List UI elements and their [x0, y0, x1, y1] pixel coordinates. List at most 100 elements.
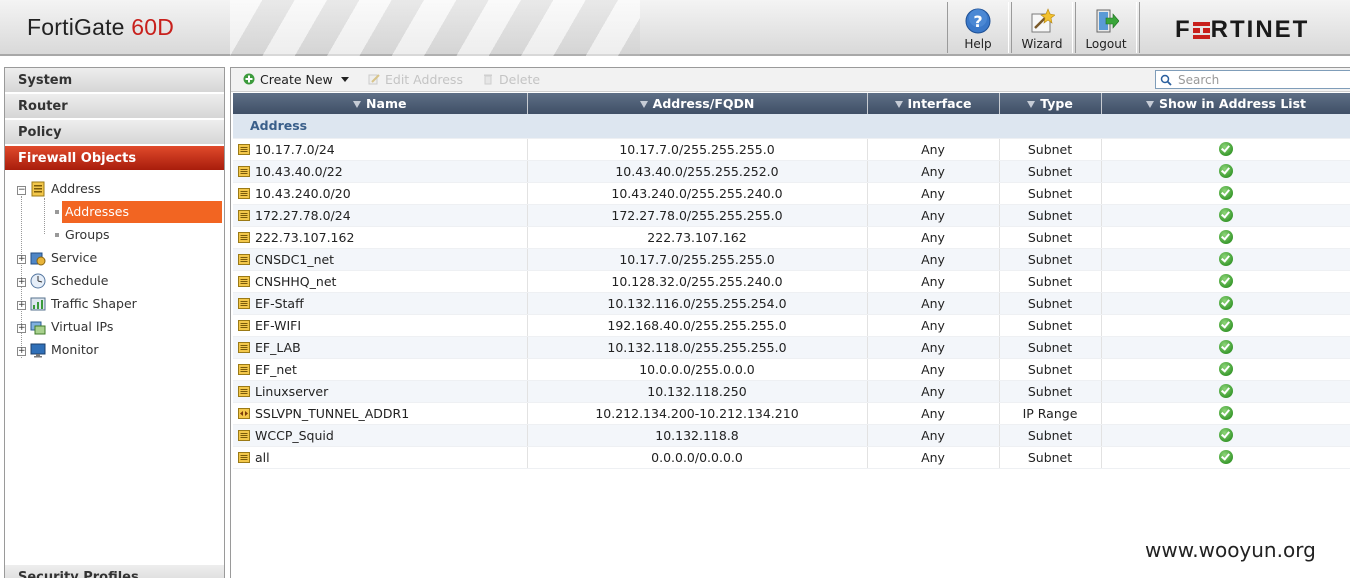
tree-node-virtual-ips[interactable]: + Virtual IPs: [17, 317, 113, 337]
service-icon: [30, 252, 46, 266]
cell-type: Subnet: [999, 138, 1102, 161]
tree-node-schedule[interactable]: + Schedule: [17, 271, 108, 291]
cell-name: WCCP_Squid: [233, 424, 528, 447]
table-row[interactable]: EF-Staff 10.132.116.0/255.255.254.0 Any Sub…: [233, 292, 1350, 315]
table-row[interactable]: CNSDC1_net 10.17.7.0/255.255.255.0 Any Subn…: [233, 248, 1350, 271]
table-row[interactable]: 222.73.107.162 222.73.107.162 Any Subnet: [233, 226, 1350, 249]
sidebar-section-policy[interactable]: Policy: [5, 120, 224, 146]
logout-icon: [1096, 9, 1119, 33]
schedule-icon: [30, 273, 46, 289]
subnet-icon: [238, 209, 250, 221]
table-group-row[interactable]: Address: [233, 114, 1350, 139]
expand-icon[interactable]: +: [17, 255, 26, 264]
top-header: FortiGate 60D ? Help Wizard Logout F RTIN…: [0, 0, 1350, 56]
expand-icon[interactable]: +: [17, 278, 26, 287]
group-label: Address: [233, 114, 1350, 139]
cell-interface: Any: [867, 314, 1000, 337]
svg-text:?: ?: [973, 12, 982, 31]
cell-show-in-list: [1101, 446, 1350, 469]
table-row[interactable]: EF_net 10.0.0.0/255.0.0.0 Any Subnet: [233, 358, 1350, 381]
search-icon: [1160, 74, 1172, 86]
column-header-type[interactable]: Type: [999, 93, 1102, 114]
collapse-icon[interactable]: −: [17, 186, 26, 195]
cell-interface: Any: [867, 358, 1000, 381]
cell-name: EF-Staff: [233, 292, 528, 315]
expand-icon[interactable]: +: [17, 324, 26, 333]
search-input[interactable]: Search: [1155, 70, 1350, 89]
table-row[interactable]: Linuxserver 10.132.118.250 Any Subnet: [233, 380, 1350, 403]
table-row[interactable]: EF-WIFI 192.168.40.0/255.255.255.0 Any Subn…: [233, 314, 1350, 337]
table-row[interactable]: 10.43.240.0/20 10.43.240.0/255.255.240.0 A…: [233, 182, 1350, 205]
create-new-label: Create New: [260, 72, 333, 87]
cell-interface: Any: [867, 204, 1000, 227]
sidebar-section-security-profiles[interactable]: Security Profiles: [5, 565, 224, 578]
cell-show-in-list: [1101, 336, 1350, 359]
cell-name: EF_LAB: [233, 336, 528, 359]
cell-interface: Any: [867, 336, 1000, 359]
sidebar-tree: − Address Addresses Groups + Service + Sche…: [5, 172, 224, 552]
filter-icon[interactable]: [1145, 101, 1154, 108]
dropdown-arrow-icon: [340, 77, 349, 82]
logout-label: Logout: [1085, 37, 1127, 51]
table-row[interactable]: WCCP_Squid 10.132.118.8 Any Subnet: [233, 424, 1350, 447]
sidebar-section-router[interactable]: Router: [5, 94, 224, 120]
tree-item-addresses[interactable]: Addresses: [62, 201, 222, 223]
filter-icon[interactable]: [353, 101, 362, 108]
tree-label-monitor: Monitor: [51, 342, 99, 357]
edit-address-button[interactable]: Edit Address: [368, 71, 463, 89]
product-title: FortiGate 60D: [27, 14, 174, 41]
table-row[interactable]: SSLVPN_TUNNEL_ADDR1 10.212.134.200-10.212…: [233, 402, 1350, 425]
cell-type: Subnet: [999, 446, 1102, 469]
tree-node-traffic-shaper[interactable]: + Traffic Shaper: [17, 294, 137, 314]
tree-item-groups[interactable]: Groups: [65, 224, 110, 246]
delete-button[interactable]: Delete: [482, 71, 540, 89]
cell-show-in-list: [1101, 314, 1350, 337]
cell-address: 222.73.107.162: [527, 226, 868, 249]
check-icon: [1219, 163, 1233, 178]
create-new-button[interactable]: Create New: [243, 71, 349, 89]
tree-node-monitor[interactable]: + Monitor: [17, 340, 99, 360]
table-row[interactable]: all 0.0.0.0/0.0.0.0 Any Subnet: [233, 446, 1350, 469]
cell-show-in-list: [1101, 270, 1350, 293]
cell-name: 10.43.240.0/20: [233, 182, 528, 205]
cell-name: 172.27.78.0/24: [233, 204, 528, 227]
column-header-interface[interactable]: Interface: [867, 93, 1000, 114]
sidebar-section-system[interactable]: System: [5, 68, 224, 94]
expand-icon[interactable]: +: [17, 347, 26, 356]
tree-node-service[interactable]: + Service: [17, 248, 97, 268]
expand-icon[interactable]: +: [17, 301, 26, 310]
filter-icon[interactable]: [639, 101, 648, 108]
row-name: 172.27.78.0/24: [255, 207, 351, 223]
table-row[interactable]: CNSHHQ_net 10.128.32.0/255.255.240.0 Any Su…: [233, 270, 1350, 293]
tree-label-virtual-ips: Virtual IPs: [51, 319, 114, 334]
column-header-name[interactable]: Name: [233, 93, 528, 114]
tree-label-traffic-shaper: Traffic Shaper: [51, 296, 137, 311]
tree-node-address[interactable]: − Address: [17, 179, 101, 199]
cell-type: Subnet: [999, 226, 1102, 249]
cell-show-in-list: [1101, 226, 1350, 249]
logout-button[interactable]: Logout: [1075, 2, 1137, 53]
cell-interface: Any: [867, 424, 1000, 447]
cell-show-in-list: [1101, 182, 1350, 205]
sidebar-section-firewall-objects[interactable]: Firewall Objects: [5, 146, 224, 172]
wizard-button[interactable]: Wizard: [1011, 2, 1073, 53]
table-row[interactable]: 10.17.7.0/24 10.17.7.0/255.255.255.0 Any Su…: [233, 138, 1350, 161]
table-row[interactable]: EF_LAB 10.132.118.0/255.255.255.0 Any Subne…: [233, 336, 1350, 359]
subnet-icon: [238, 165, 250, 177]
cell-address: 192.168.40.0/255.255.255.0: [527, 314, 868, 337]
cell-type: Subnet: [999, 314, 1102, 337]
column-header-address[interactable]: Address/FQDN: [527, 93, 868, 114]
cell-type: Subnet: [999, 182, 1102, 205]
table-row[interactable]: 10.43.40.0/22 10.43.40.0/255.255.252.0 Any…: [233, 160, 1350, 183]
product-name: FortiGate: [27, 14, 125, 40]
filter-icon[interactable]: [1027, 101, 1036, 108]
filter-icon[interactable]: [894, 101, 903, 108]
help-icon: ?: [965, 8, 991, 34]
cell-type: Subnet: [999, 380, 1102, 403]
help-button[interactable]: ? Help: [947, 2, 1009, 53]
check-icon: [1219, 295, 1233, 310]
subnet-icon: [238, 187, 250, 199]
table-row[interactable]: 172.27.78.0/24 172.27.78.0/255.255.255.0 A…: [233, 204, 1350, 227]
sidebar: System Router Policy Firewall Objects − A…: [4, 67, 225, 578]
column-header-show-in-list[interactable]: Show in Address List: [1101, 93, 1350, 114]
